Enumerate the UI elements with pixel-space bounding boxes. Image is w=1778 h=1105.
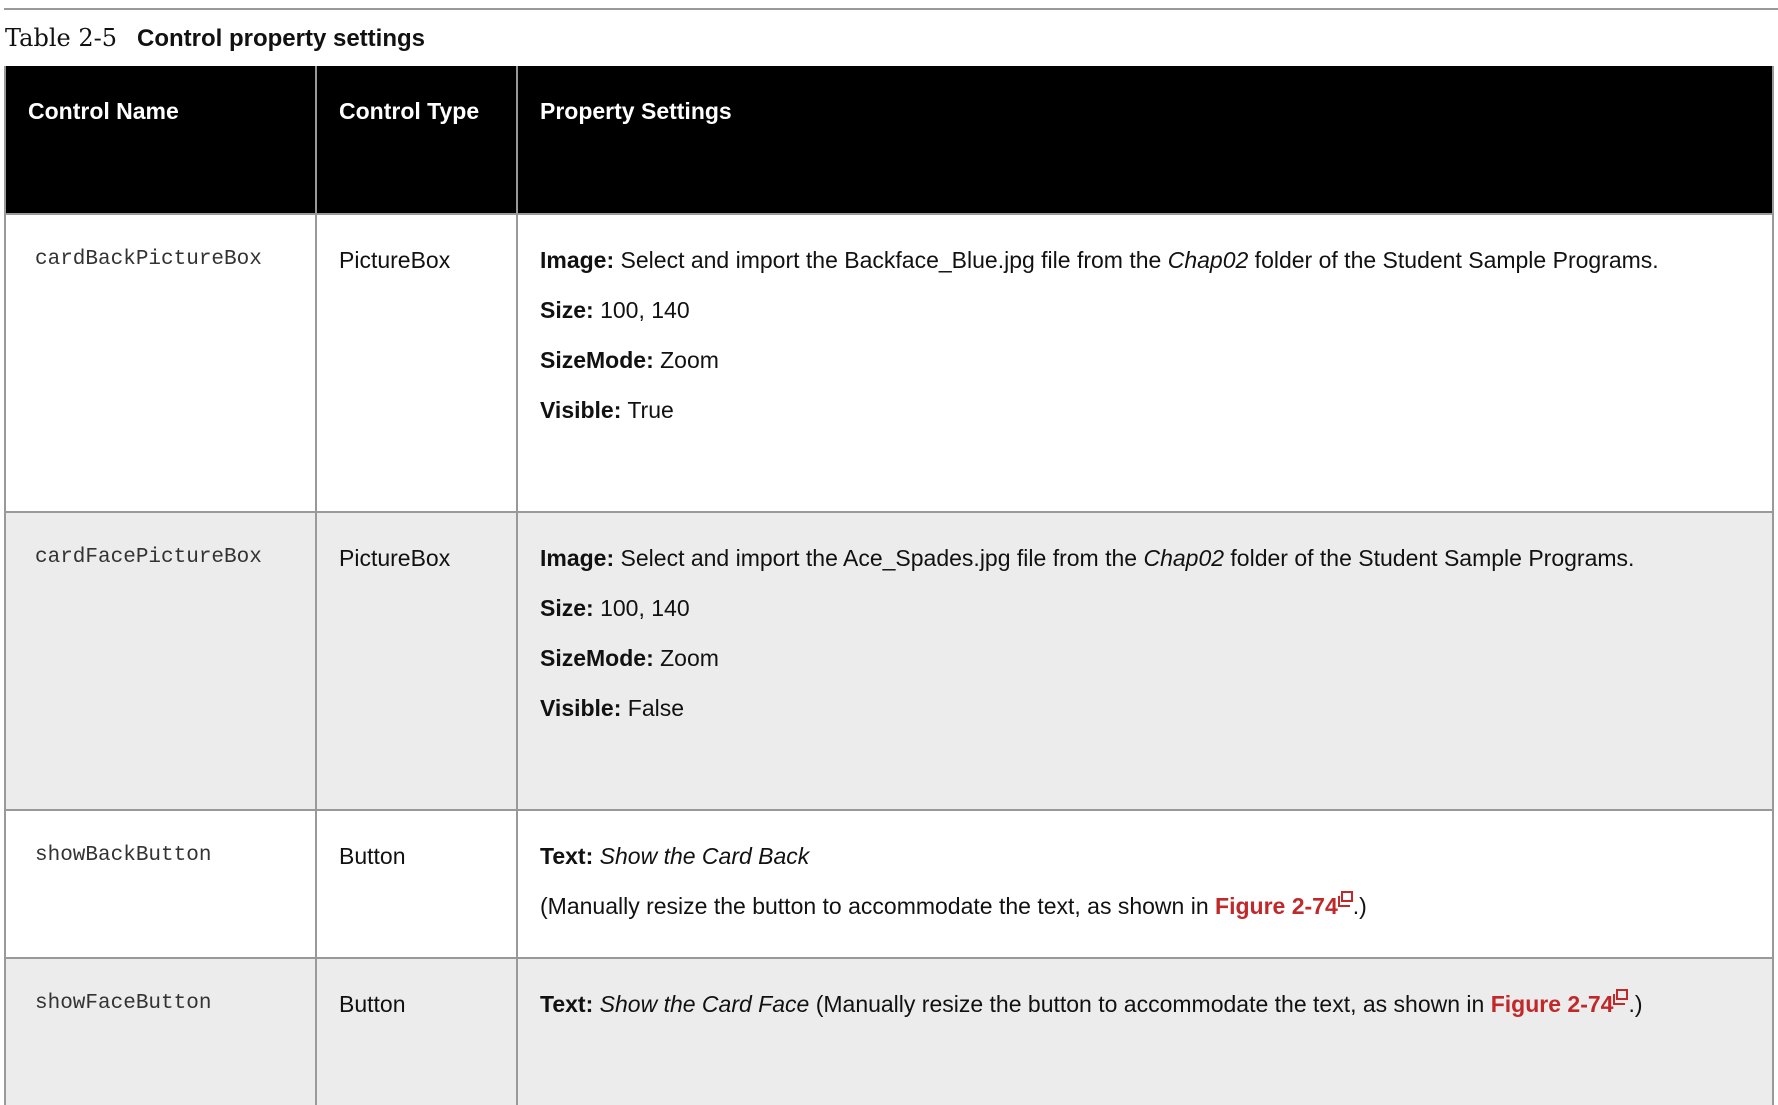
- text: (Manually resize the button to accommoda…: [540, 893, 1216, 919]
- label: Image:: [540, 545, 615, 571]
- label: SizeMode:: [540, 347, 654, 373]
- label: Text:: [540, 843, 594, 869]
- label: Visible:: [540, 397, 622, 423]
- table-number: Table 2-5: [5, 24, 117, 52]
- external-link-icon[interactable]: [1613, 989, 1629, 1005]
- value: Zoom: [653, 347, 719, 373]
- label: SizeMode:: [540, 645, 654, 671]
- folder: Chap02: [1167, 247, 1249, 273]
- property-settings: Text: Show the Card Face (Manually resiz…: [516, 957, 1774, 1105]
- value: Show the Card Back: [593, 843, 810, 869]
- header-control-name: Control Name: [4, 66, 317, 214]
- header-property-settings: Property Settings: [516, 66, 1774, 214]
- control-name: cardFacePictureBox: [4, 511, 317, 810]
- label: Size:: [540, 595, 594, 621]
- text: .): [1352, 893, 1367, 919]
- text: .): [1628, 991, 1643, 1017]
- control-name: showBackButton: [4, 809, 317, 958]
- header-row: Control Name Control Type Property Setti…: [4, 66, 1774, 214]
- value: True: [621, 397, 674, 423]
- text: Select and import the Backface_Blue.jpg …: [614, 247, 1168, 273]
- label: Image:: [540, 247, 615, 273]
- property-settings: Image: Select and import the Backface_Bl…: [516, 213, 1774, 512]
- header-control-type: Control Type: [315, 66, 518, 214]
- table-row: showFaceButton Button Text: Show the Car…: [4, 957, 1774, 1105]
- label: Text:: [540, 991, 594, 1017]
- value: Show the Card Face: [593, 991, 810, 1017]
- folder: Chap02: [1143, 545, 1225, 571]
- text: folder of the Student Sample Programs.: [1224, 545, 1635, 571]
- label: Size:: [540, 297, 594, 323]
- control-property-table: Control Name Control Type Property Setti…: [4, 66, 1774, 1105]
- control-type: Button: [315, 809, 518, 958]
- property-settings: Image: Select and import the Ace_Spades.…: [516, 511, 1774, 810]
- value: 100, 140: [593, 595, 690, 621]
- label: Visible:: [540, 695, 622, 721]
- table-row: cardFacePictureBox PictureBox Image: Sel…: [4, 511, 1774, 810]
- control-type: PictureBox: [315, 511, 518, 810]
- figure-link[interactable]: Figure 2-74: [1215, 893, 1338, 919]
- external-link-icon[interactable]: [1337, 891, 1353, 907]
- text: folder of the Student Sample Programs.: [1248, 247, 1659, 273]
- text: Select and import the Ace_Spades.jpg fil…: [614, 545, 1144, 571]
- table-row: cardBackPictureBox PictureBox Image: Sel…: [4, 213, 1774, 512]
- control-name: showFaceButton: [4, 957, 317, 1105]
- figure-link[interactable]: Figure 2-74: [1491, 991, 1614, 1017]
- value: 100, 140: [593, 297, 690, 323]
- control-name: cardBackPictureBox: [4, 213, 317, 512]
- table-row: showBackButton Button Text: Show the Car…: [4, 809, 1774, 958]
- table-title: Control property settings: [136, 25, 425, 52]
- value: False: [621, 695, 685, 721]
- text: (Manually resize the button to accommoda…: [809, 991, 1491, 1017]
- top-rule: [4, 8, 1778, 10]
- control-type: Button: [315, 957, 518, 1105]
- value: Zoom: [653, 645, 719, 671]
- table-caption: Table 2-5 Control property settings: [5, 24, 425, 53]
- control-type: PictureBox: [315, 213, 518, 512]
- property-settings: Text: Show the Card Back (Manually resiz…: [516, 809, 1774, 958]
